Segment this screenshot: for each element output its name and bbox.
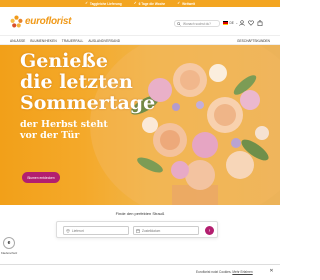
chevron-down-icon: ⌄	[235, 21, 238, 25]
cookie-text: Euroflorist nutzt Cookies.	[196, 270, 232, 274]
cookie-bar: Euroflorist nutzt Cookies. Mehr Erfahren…	[0, 264, 280, 280]
close-icon[interactable]: ✕	[268, 268, 275, 275]
flower-logo-icon	[10, 15, 23, 28]
nav-item-anlaesse[interactable]: ANLÄSSE	[10, 39, 25, 43]
check-icon: ✓	[177, 0, 181, 5]
heart-icon[interactable]	[248, 20, 254, 26]
delivery-finder-form: Lieferort Zustelldatum ›	[56, 221, 218, 238]
logo-text: euroflorist	[25, 16, 72, 27]
promo-item: ✓ Taggleiche Lieferung	[85, 0, 122, 6]
nav-item-blumen[interactable]: BLUMEN/HEKEN	[30, 39, 56, 43]
promo-bar: ✓ Taggleiche Lieferung ✓ 6 Tage die Woch…	[0, 0, 280, 7]
search-input[interactable]: Wonach suchst du?	[174, 20, 220, 27]
promo-item-label: 6 Tage die Woche	[138, 1, 166, 6]
nav-item-geschaeftskunden[interactable]: GESCHÄFTSKUNDEN	[237, 39, 270, 43]
delivery-place-field[interactable]: Lieferort	[63, 226, 129, 235]
hero-banner: Genieße die letzten Sommertage der Herbs…	[0, 45, 280, 205]
search-icon	[177, 21, 181, 26]
delivery-place-placeholder: Lieferort	[72, 228, 84, 233]
hero-title: Genieße die letzten Sommertage	[20, 51, 155, 114]
user-icon[interactable]	[239, 20, 245, 26]
search-placeholder: Wonach suchst du?	[183, 21, 211, 26]
german-flag-icon	[223, 21, 228, 25]
hero-subtitle: der Herbst steht vor der Tür	[20, 119, 108, 141]
hero-subtitle-line: vor der Tür	[20, 130, 80, 141]
nav-items: ANLÄSSE BLUMEN/HEKEN TRAUERFALL AUSLANDV…	[10, 39, 120, 43]
nav-item-auslandversand[interactable]: AUSLANDVERSAND	[88, 39, 120, 43]
hero-title-line: Sommertage	[20, 92, 156, 114]
hero-subtitle-line: der Herbst steht	[20, 119, 108, 130]
promo-item-label: Taggleiche Lieferung	[89, 1, 122, 6]
location-pin-icon	[66, 228, 70, 233]
discover-flowers-button[interactable]: Blumen entdecken	[22, 172, 60, 183]
delivery-date-field[interactable]: Zustelldatum	[133, 226, 199, 235]
language-selector[interactable]: DE ⌄	[223, 21, 238, 25]
hero-title-line: Genieße	[20, 50, 108, 72]
promo-item-label: Weltweit	[182, 1, 195, 6]
hero-title-line: die letzten	[20, 71, 133, 93]
search-submit-button[interactable]: ›	[205, 226, 214, 235]
promo-item: ✓ 6 Tage die Woche	[133, 0, 166, 6]
language-label: DE	[229, 21, 234, 25]
delivery-finder-title: Finde den perfekten Strauß	[115, 211, 165, 216]
page: ✓ Taggleiche Lieferung ✓ 6 Tage die Woch…	[0, 0, 280, 280]
check-icon: ✓	[85, 0, 88, 5]
main-nav: ANLÄSSE BLUMEN/HEKEN TRAUERFALL AUSLANDV…	[0, 35, 280, 45]
nav-item-trauerfall[interactable]: TRAUERFALL	[62, 39, 84, 43]
buyer-protection-badge[interactable]: e	[3, 237, 15, 249]
promo-item: ✓ Weltweit	[177, 0, 195, 6]
cookie-message: Euroflorist nutzt Cookies. Mehr Erfahren	[196, 270, 253, 274]
header: euroflorist Wonach suchst du? DE ⌄	[0, 7, 280, 35]
delivery-date-placeholder: Zustelldatum	[142, 228, 161, 233]
logo[interactable]: euroflorist	[10, 15, 71, 28]
buyer-protection-label: Käuferschutz	[1, 251, 18, 255]
cookie-more-link[interactable]: Mehr Erfahren	[232, 270, 252, 274]
calendar-icon	[136, 228, 140, 233]
check-icon: ✓	[133, 0, 137, 5]
shopping-bag-icon[interactable]	[257, 20, 263, 26]
